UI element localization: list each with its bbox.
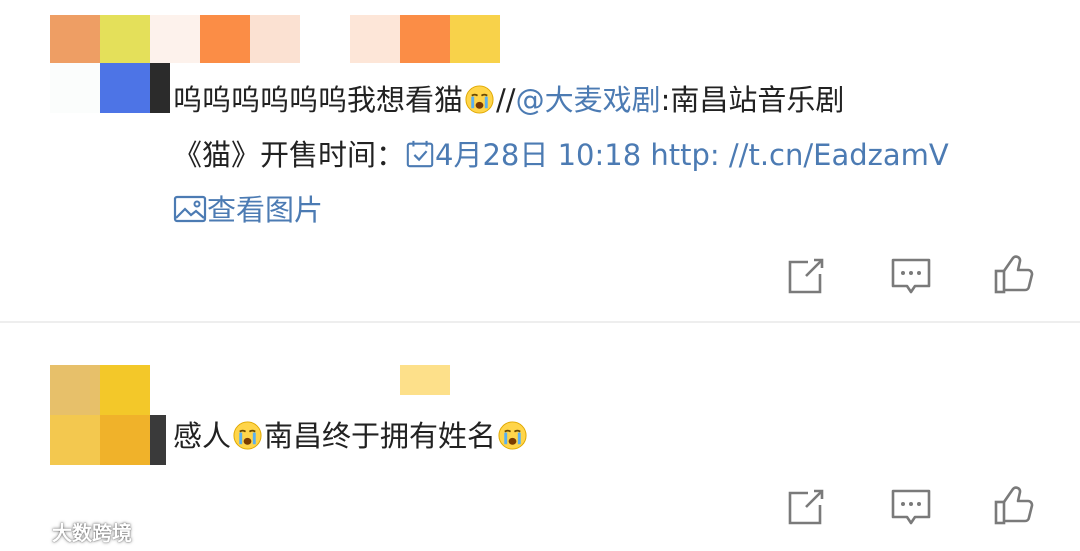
thumbs-up-icon[interactable]: [993, 252, 1037, 296]
thumbs-up-icon[interactable]: [993, 483, 1037, 527]
post-text: //: [496, 83, 516, 117]
comment-icon[interactable]: [889, 254, 933, 298]
calendar-icon: [405, 139, 435, 179]
post-text-line-1: 呜呜呜呜呜呜我想看猫 //@大麦戏剧:南昌站音乐剧: [173, 80, 844, 120]
view-image-label: 查看图片: [207, 193, 324, 227]
post-text-line-2: 《猫》开售时间： 4月28日 10:18 http: //t.cn/EadzamV: [173, 135, 949, 179]
post-card: 感人 南昌终于拥有姓名: [0, 323, 1080, 551]
share-icon[interactable]: [784, 254, 828, 298]
comment-icon[interactable]: [889, 485, 933, 529]
url-link[interactable]: http: //t.cn/EadzamV: [650, 138, 948, 172]
post-text-line-1: 感人 南昌终于拥有姓名: [173, 416, 529, 456]
post-text: 南昌终于拥有姓名: [264, 419, 497, 453]
post-card: 呜呜呜呜呜呜我想看猫 //@大麦戏剧:南昌站音乐剧 《猫》开售时间： 4月28日 1…: [0, 0, 1080, 322]
watermark: 大数跨境: [8, 516, 132, 546]
date-text: 4月28日 10:18: [435, 138, 642, 172]
watermark-logo-icon: [8, 517, 48, 546]
post-text: 《猫》开售时间：: [173, 138, 406, 172]
mention-link[interactable]: @大麦戏剧: [516, 83, 661, 117]
post-text: 感人: [173, 419, 232, 453]
share-icon[interactable]: [784, 485, 828, 529]
post-text: :南昌站音乐剧: [660, 83, 845, 117]
date-link[interactable]: 4月28日 10:18: [405, 138, 641, 172]
image-icon: [173, 194, 207, 234]
crying-face-icon: [497, 420, 528, 451]
view-image-link[interactable]: 查看图片: [173, 190, 323, 234]
watermark-text: 大数跨境: [52, 520, 132, 545]
crying-face-icon: [464, 84, 495, 115]
crying-face-icon: [232, 420, 263, 451]
post-text: 呜呜呜呜呜呜我想看猫: [173, 83, 464, 117]
